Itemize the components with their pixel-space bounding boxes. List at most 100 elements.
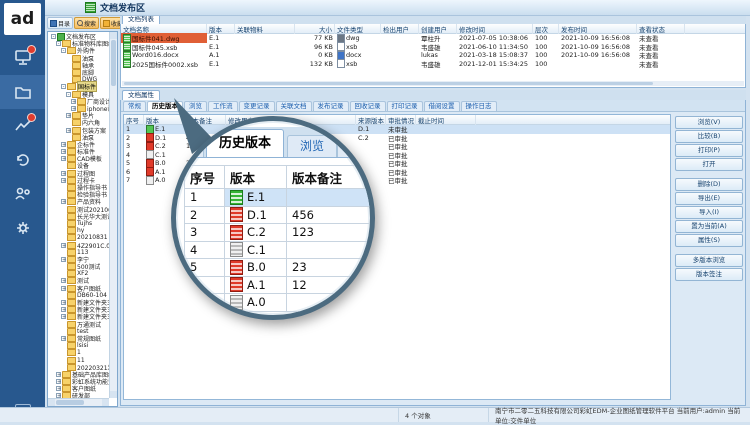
tree-item[interactable]: 长光华大测试图纸 — [49, 213, 109, 220]
column-header[interactable]: 文件类型 — [335, 24, 381, 34]
tree-item[interactable]: +包装方案 — [49, 126, 109, 133]
action-button-4[interactable]: 删除(D) — [675, 178, 743, 191]
file-list-scroll-thumb[interactable] — [124, 82, 653, 85]
tree-item[interactable]: 500测试 — [49, 263, 109, 270]
expand-icon[interactable]: + — [61, 178, 66, 183]
file-cell-level: 100 — [533, 60, 559, 68]
expand-icon[interactable]: + — [61, 243, 66, 248]
scroll-up-arrow-icon[interactable] — [110, 32, 117, 39]
column-header[interactable]: 大小 — [295, 24, 335, 34]
tree-item[interactable]: -国标件 — [49, 83, 109, 90]
expand-icon[interactable]: + — [61, 314, 66, 319]
tree-item[interactable]: 底脚 — [49, 69, 109, 76]
column-header[interactable]: 关联物料 — [235, 24, 295, 34]
column-header[interactable]: 版本 — [207, 24, 235, 34]
tree-vscroll-thumb[interactable] — [111, 40, 116, 86]
tree-hscroll-thumb[interactable] — [56, 400, 84, 405]
props-tab-10[interactable]: 操作日志 — [461, 101, 497, 111]
props-tab-5[interactable]: 关联文档 — [276, 101, 312, 111]
collapse-icon[interactable]: - — [51, 34, 56, 39]
expand-icon[interactable]: + — [61, 278, 66, 283]
tree-item[interactable]: Tujhs — [49, 220, 109, 227]
monitor-icon[interactable] — [0, 41, 45, 75]
expand-icon[interactable]: + — [66, 128, 71, 133]
expand-icon[interactable]: + — [56, 372, 61, 377]
scroll-left-arrow-icon[interactable] — [48, 399, 55, 406]
action-button-7[interactable]: 置为当前(A) — [675, 220, 743, 233]
column-header[interactable]: 序号 — [124, 115, 144, 125]
tree-item[interactable]: 万通测试 — [49, 321, 109, 328]
tree-item[interactable]: +常规图纸 — [49, 335, 109, 342]
scroll-right-arrow-icon[interactable] — [102, 399, 109, 406]
catalog-button[interactable]: 目录 — [47, 17, 73, 29]
folder-icon[interactable] — [0, 75, 45, 109]
tree-horizontal-scrollbar[interactable] — [48, 398, 109, 406]
tree-vertical-scrollbar[interactable] — [109, 32, 117, 398]
action-button-6[interactable]: 导入(I) — [675, 206, 743, 219]
expand-icon[interactable]: + — [56, 379, 61, 384]
expand-icon[interactable]: + — [61, 142, 66, 147]
tree-item[interactable]: +iphone设计模板 — [49, 105, 109, 112]
action-button-0[interactable]: 浏览(V) — [675, 116, 743, 129]
column-header[interactable]: 来源版本 — [356, 115, 386, 125]
column-header[interactable]: 审批情况 — [386, 115, 416, 125]
tree-item[interactable]: 1 — [49, 349, 109, 356]
chart-icon[interactable] — [0, 109, 45, 143]
expand-icon[interactable]: + — [61, 171, 66, 176]
action-button-1[interactable]: 比较(B) — [675, 130, 743, 143]
action-button-10[interactable]: 版本签注 — [675, 268, 743, 281]
column-header[interactable]: 文档名称 — [121, 24, 207, 34]
column-header[interactable]: 查看状态 — [637, 24, 685, 34]
tree-item[interactable]: 油泵 — [49, 55, 109, 62]
collapse-icon[interactable]: - — [61, 48, 66, 53]
file-list-scrollbar[interactable] — [122, 81, 744, 86]
expand-icon[interactable]: + — [71, 106, 76, 111]
tree-item[interactable]: +4Z2901C.01基础 — [49, 241, 109, 248]
props-tab-9[interactable]: 借阅设置 — [424, 101, 460, 111]
expand-icon[interactable]: + — [61, 257, 66, 262]
expand-icon[interactable]: + — [61, 149, 66, 154]
tree-item[interactable]: hy — [49, 227, 109, 234]
magnifier-tab-browse[interactable]: 浏览 — [287, 135, 337, 157]
expand-icon[interactable]: + — [56, 386, 61, 391]
column-header[interactable]: 修改时间 — [457, 24, 533, 34]
expand-icon[interactable]: + — [61, 156, 66, 161]
collapse-icon[interactable]: - — [56, 41, 61, 46]
props-tab-6[interactable]: 发布记录 — [313, 101, 349, 111]
expand-icon[interactable]: + — [61, 286, 66, 291]
props-tab-7[interactable]: 回收记录 — [350, 101, 386, 111]
action-button-2[interactable]: 打印(P) — [675, 144, 743, 157]
column-header[interactable]: 发布时间 — [559, 24, 637, 34]
props-tab-0[interactable]: 常规 — [123, 101, 146, 111]
tree-item[interactable]: +客户图纸 — [49, 285, 109, 292]
collapse-icon[interactable]: - — [66, 92, 71, 97]
column-header[interactable]: 检出用户 — [381, 24, 419, 34]
column-header[interactable]: 层次 — [533, 24, 559, 34]
action-button-9[interactable]: 多版本浏览 — [675, 254, 743, 267]
scroll-down-arrow-icon[interactable] — [110, 391, 117, 398]
expand-icon[interactable]: + — [61, 300, 66, 305]
tree-item[interactable]: -外购件 — [49, 47, 109, 54]
column-header[interactable]: 截止时间 — [416, 115, 476, 125]
action-button-8[interactable]: 属性(S) — [675, 234, 743, 247]
users-icon[interactable] — [0, 177, 45, 211]
expand-icon[interactable]: + — [66, 113, 71, 118]
tree-item[interactable]: 轴承 — [49, 62, 109, 69]
tab-doc-properties[interactable]: 文档属性 — [122, 90, 160, 100]
search-button[interactable]: 搜索 — [74, 17, 99, 29]
expand-icon[interactable]: + — [61, 199, 66, 204]
props-tab-8[interactable]: 打印记录 — [387, 101, 423, 111]
tree-item[interactable]: lsisi — [49, 342, 109, 349]
column-header[interactable]: 创建用户 — [419, 24, 457, 34]
action-button-3[interactable]: 打开 — [675, 158, 743, 171]
expand-icon[interactable]: + — [61, 307, 66, 312]
expand-icon[interactable]: + — [61, 336, 66, 341]
props-tab-4[interactable]: 变更记录 — [239, 101, 275, 111]
sync-icon[interactable] — [0, 143, 45, 177]
collapse-icon[interactable]: - — [61, 84, 66, 89]
gear-icon[interactable] — [0, 211, 45, 245]
expand-icon[interactable]: + — [71, 99, 76, 104]
file-row[interactable]: 2025国标件0002.xsbE.1132 KBxsb韦盛雄2021-12-01… — [121, 60, 745, 69]
magnifier-tab-history[interactable]: 历史版本 — [206, 129, 284, 157]
action-button-5[interactable]: 导出(E) — [675, 192, 743, 205]
